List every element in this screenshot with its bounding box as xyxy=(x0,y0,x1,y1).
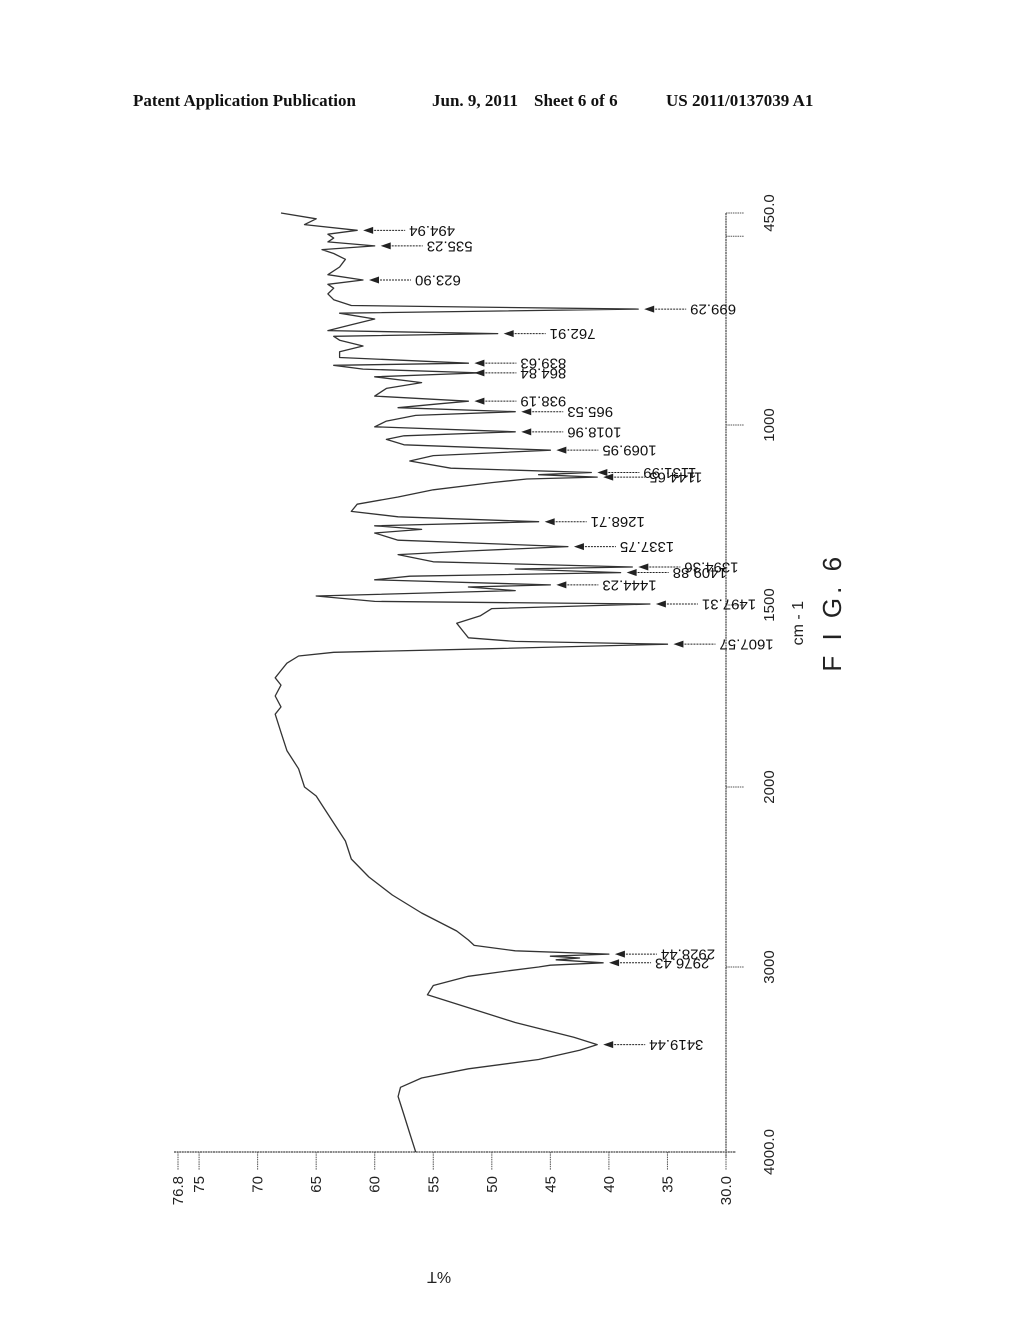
y-tick-label: 70 xyxy=(250,1176,267,1193)
peak-label: 1268.71 xyxy=(591,513,645,530)
wavenumber-ticks: 4000.0 3000 2000 1500 1000 450.0 xyxy=(726,194,778,1175)
y-tick-label: 35 xyxy=(659,1176,676,1193)
peak-annotation: 1497.31 xyxy=(655,596,756,613)
x-tick-label: 2000 xyxy=(761,770,778,803)
peak-label: 494.94 xyxy=(409,222,455,239)
x-tick-label: 1000 xyxy=(761,408,778,441)
y-tick-label: 55 xyxy=(425,1176,442,1193)
y-tick-label: 50 xyxy=(484,1176,501,1193)
peak-label: 1018.96 xyxy=(567,423,621,440)
peak-label: 1337.75 xyxy=(620,538,674,555)
arrow-head-icon xyxy=(363,226,374,234)
peak-label: 1607.57 xyxy=(719,636,773,653)
arrow-head-icon xyxy=(474,397,485,405)
arrow-head-icon xyxy=(614,950,625,958)
arrow-head-icon xyxy=(573,543,584,551)
peak-annotation: 535.23 xyxy=(380,237,473,254)
series-line xyxy=(274,212,669,1153)
peak-annotation: 1444.23 xyxy=(556,576,657,593)
arrow-head-icon xyxy=(556,446,567,454)
peak-label: 1069.95 xyxy=(602,442,656,459)
arrow-head-icon xyxy=(638,563,649,571)
y-tick-label: 75 xyxy=(191,1176,208,1193)
peak-annotation: 1069.95 xyxy=(556,442,657,459)
y-axis-title: %T xyxy=(427,1268,451,1285)
peak-label: 535.23 xyxy=(427,237,473,254)
x-tick-label: 1500 xyxy=(761,588,778,621)
y-tick-label: 60 xyxy=(367,1176,384,1193)
peak-annotation: 1144.65 xyxy=(603,469,702,486)
arrow-head-icon xyxy=(626,569,637,577)
arrow-head-icon xyxy=(521,428,532,436)
arrow-head-icon xyxy=(556,581,567,589)
x-tick-label: 4000.0 xyxy=(761,1129,778,1175)
arrow-head-icon xyxy=(655,600,666,608)
arrow-head-icon xyxy=(597,469,608,477)
arrow-head-icon xyxy=(544,518,555,526)
arrow-head-icon xyxy=(369,276,380,284)
peak-annotation: 1337.75 xyxy=(573,538,674,555)
peak-label: 762.91 xyxy=(550,325,596,342)
ir-spectrum-chart: 4000.0 3000 2000 1500 1000 450.0 30.0 35 40 45 50… xyxy=(170,194,847,1285)
transmittance-ticks: 30.0 35 40 45 50 55 60 65 70 7576.8 xyxy=(170,1152,735,1205)
peak-label: 938.19 xyxy=(520,393,566,410)
figure-label: F I G. 6 xyxy=(817,553,847,672)
peak-annotation: 1018.96 xyxy=(521,423,621,440)
peak-label: 2976.43 xyxy=(655,954,709,971)
arrow-head-icon xyxy=(673,640,684,648)
arrow-head-icon xyxy=(474,369,485,377)
peak-label: 1409.88 xyxy=(673,564,727,581)
peak-label: 1144.65 xyxy=(649,469,702,486)
peak-annotation: 762.91 xyxy=(503,325,596,342)
peak-annotation: 3419.44 xyxy=(603,1036,703,1053)
axes xyxy=(174,212,744,1158)
arrow-head-icon xyxy=(644,305,655,313)
peak-label: 965.53 xyxy=(567,403,613,420)
peak-annotations: 494.94535.23623.90699.29762.91839.63864.… xyxy=(363,222,774,1053)
peak-label: 623.90 xyxy=(415,272,461,289)
peak-label: 3419.44 xyxy=(649,1036,703,1053)
arrow-head-icon xyxy=(603,1041,614,1049)
arrow-head-icon xyxy=(503,330,514,338)
arrow-head-icon xyxy=(609,959,620,967)
arrow-head-icon xyxy=(380,242,391,250)
peak-annotation: 623.90 xyxy=(369,272,461,289)
peak-label: 1497.31 xyxy=(702,596,756,613)
peak-annotation: 864.84 xyxy=(474,364,566,381)
y-tick-label: 40 xyxy=(601,1176,618,1193)
arrow-head-icon xyxy=(474,359,485,367)
y-tick-label: 30.0 xyxy=(718,1176,735,1205)
x-tick-label: 3000 xyxy=(761,950,778,983)
x-tick-label: 450.0 xyxy=(761,194,778,232)
y-tick-label: 65 xyxy=(308,1176,325,1193)
peak-annotation: 699.29 xyxy=(644,301,736,318)
x-axis-title: cm - 1 xyxy=(790,601,807,646)
y-tick-label: 76.8 xyxy=(170,1176,187,1205)
y-tick-label: 45 xyxy=(542,1176,559,1193)
peak-annotation: 1607.57 xyxy=(673,636,774,653)
peak-annotation: 1268.71 xyxy=(544,513,645,530)
peak-label: 864.84 xyxy=(520,364,566,381)
peak-label: 1444.23 xyxy=(602,576,656,593)
peak-annotation: 938.19 xyxy=(474,393,566,410)
peak-annotation: 494.94 xyxy=(363,222,455,239)
peak-label: 699.29 xyxy=(690,301,736,318)
